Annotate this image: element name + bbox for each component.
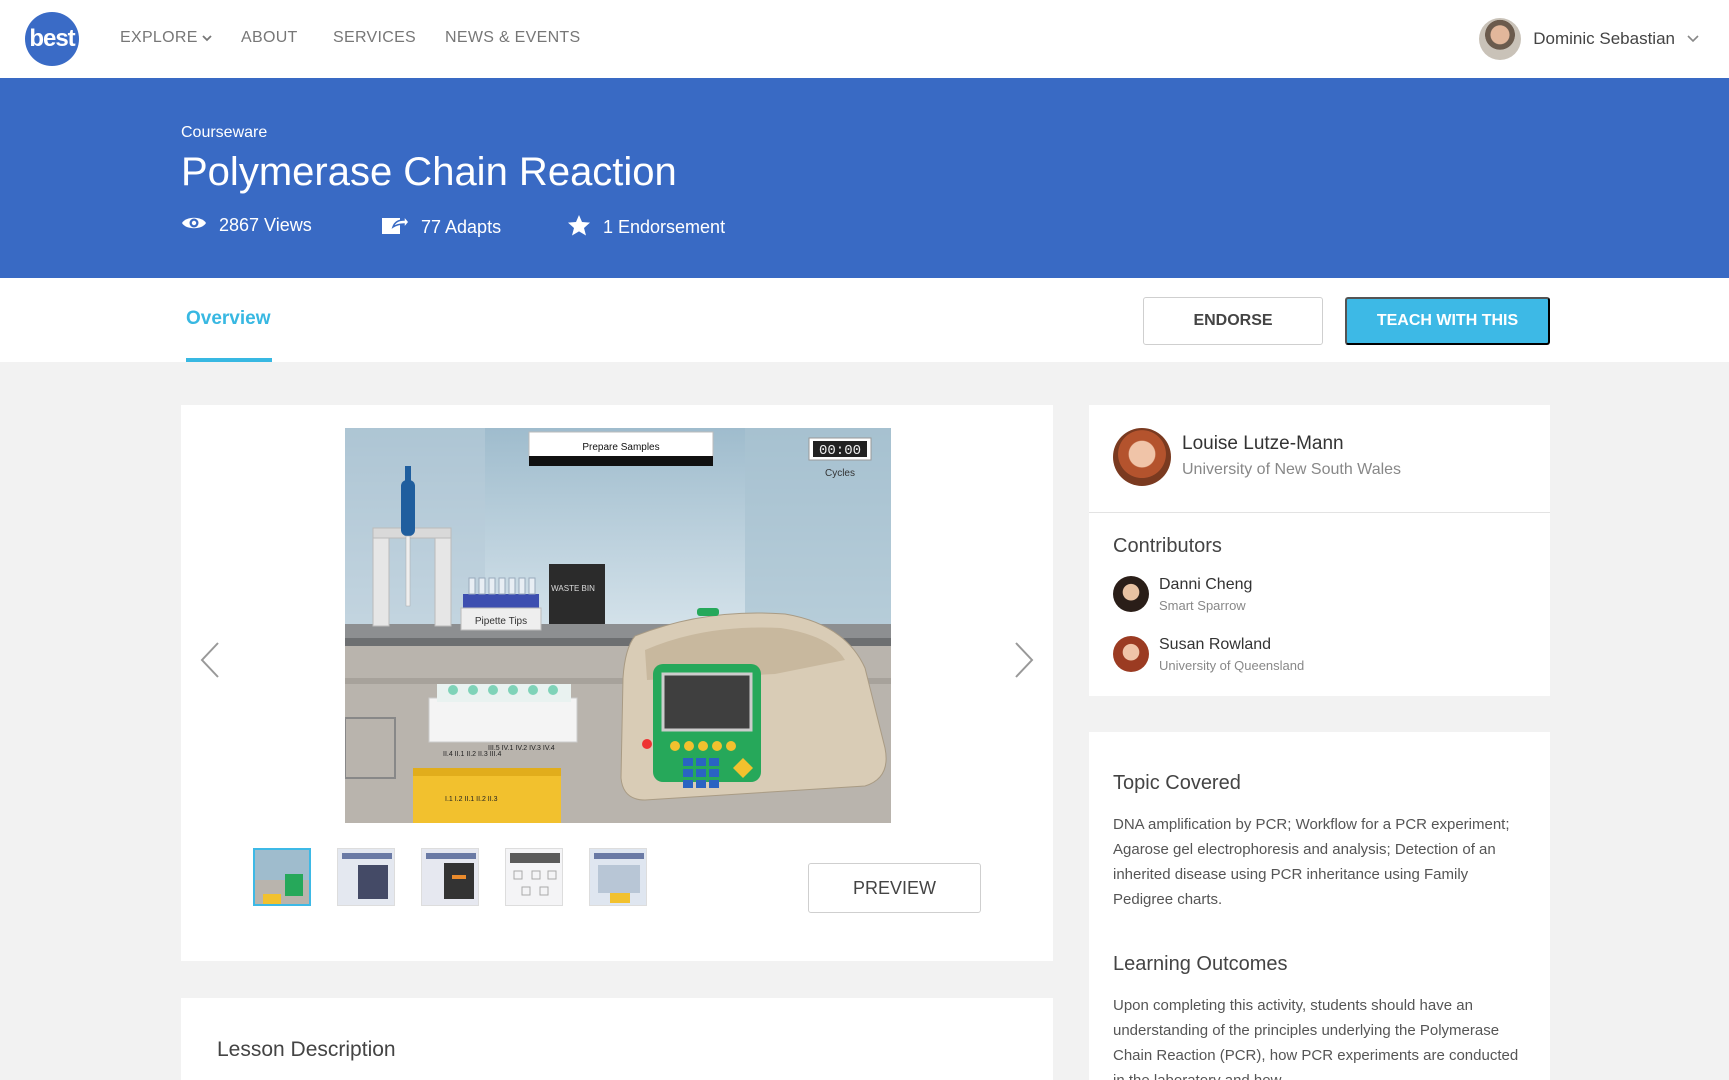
page-title: Polymerase Chain Reaction <box>181 150 677 194</box>
lesson-description-card: Lesson Description <box>181 998 1053 1080</box>
thumbnail-2[interactable] <box>337 848 395 906</box>
contributor-name: Susan Rowland <box>1159 636 1272 653</box>
avatar <box>1113 636 1149 672</box>
top-nav: best EXPLORE ABOUT SERVICES NEWS & EVENT… <box>0 0 1729 78</box>
tab-overview[interactable]: Overview <box>186 308 271 330</box>
contributor-item[interactable]: Danni Cheng Smart Sparrow <box>1113 576 1533 616</box>
chevron-down-icon <box>202 29 212 47</box>
user-name: Dominic Sebastian <box>1533 29 1675 48</box>
tab-bar: Overview ENDORSE TEACH WITH THIS <box>0 278 1729 362</box>
avatar <box>1479 18 1522 60</box>
previous-arrow-icon[interactable] <box>195 637 225 683</box>
views-count: 2867 Views <box>219 215 312 235</box>
learning-outcomes-text: Upon completing this activity, students … <box>1113 997 1519 1080</box>
sim-timer-label: Cycles <box>825 468 855 479</box>
logo[interactable]: best <box>25 12 79 66</box>
divider <box>1089 512 1550 513</box>
sim-timer: 00:00 <box>819 443 861 459</box>
nav-news-events[interactable]: NEWS & EVENTS <box>445 29 580 47</box>
user-menu[interactable]: Dominic Sebastian <box>1479 18 1699 60</box>
nav-services[interactable]: SERVICES <box>333 29 416 47</box>
topics-card: Topic Covered DNA amplification by PCR; … <box>1089 732 1550 1080</box>
endorsement-stat: 1 Endorsement <box>567 214 725 241</box>
preview-button[interactable]: PREVIEW <box>808 863 981 913</box>
nav-explore-label: EXPLORE <box>120 29 198 46</box>
author-name[interactable]: Louise Lutze-Mann <box>1182 433 1344 455</box>
topic-covered-title: Topic Covered <box>1113 772 1241 794</box>
views-stat: 2867 Views <box>181 214 312 237</box>
thumbnail-3[interactable] <box>421 848 479 906</box>
thumbnail-strip <box>253 848 647 906</box>
nav-about[interactable]: ABOUT <box>241 29 298 47</box>
contributor-institution: Smart Sparrow <box>1159 598 1246 613</box>
author-card: Louise Lutze-Mann University of New Sout… <box>1089 405 1550 696</box>
contributor-institution: University of Queensland <box>1159 658 1305 673</box>
lesson-description-title: Lesson Description <box>217 1038 396 1061</box>
next-arrow-icon[interactable] <box>1009 637 1039 683</box>
simulation-screenshot: Pipette Tips WASTE BIN II.4 II.1 II.2 II… <box>345 428 891 823</box>
hero-banner: Courseware Polymerase Chain Reaction 286… <box>0 78 1729 278</box>
endorsement-count: 1 Endorsement <box>603 217 726 237</box>
contributor-item[interactable]: Susan Rowland University of Queensland <box>1113 636 1533 676</box>
waste-bin-label: WASTE BIN <box>551 584 595 593</box>
contributor-name: Danni Cheng <box>1159 576 1253 593</box>
sim-banner-label: Prepare Samples <box>582 442 659 453</box>
share-icon <box>381 213 421 241</box>
endorse-button[interactable]: ENDORSE <box>1143 297 1323 345</box>
thumbnail-4[interactable] <box>505 848 563 906</box>
nav-explore[interactable]: EXPLORE <box>120 29 212 47</box>
star-icon <box>567 214 603 241</box>
contributors-title: Contributors <box>1113 535 1222 557</box>
eye-icon <box>181 214 219 237</box>
learning-outcomes-title: Learning Outcomes <box>1113 953 1288 975</box>
tube-labels-bottom: I.1 I.2 II.1 II.2 II.3 <box>445 796 498 803</box>
preview-gallery: Pipette Tips WASTE BIN II.4 II.1 II.2 II… <box>181 405 1053 961</box>
tube-labels-top: II.4 II.1 II.2 II.3 III.4 <box>443 751 501 758</box>
thumbnail-5[interactable] <box>589 848 647 906</box>
active-tab-indicator <box>186 358 272 362</box>
thumbnail-1[interactable] <box>253 848 311 906</box>
tube-labels-mid: III.5 IV.1 IV.2 IV.3 IV.4 <box>488 745 555 752</box>
avatar[interactable] <box>1113 428 1171 486</box>
adapts-stat: 77 Adapts <box>381 213 502 241</box>
pipette-tips-label: Pipette Tips <box>475 616 527 627</box>
topic-covered-text: DNA amplification by PCR; Workflow for a… <box>1113 816 1510 908</box>
author-institution: University of New South Wales <box>1182 461 1402 478</box>
chevron-down-icon <box>1687 32 1699 46</box>
adapts-count: 77 Adapts <box>421 217 502 237</box>
avatar <box>1113 576 1149 612</box>
breadcrumb[interactable]: Courseware <box>181 124 267 142</box>
teach-with-this-button[interactable]: TEACH WITH THIS <box>1345 297 1550 345</box>
